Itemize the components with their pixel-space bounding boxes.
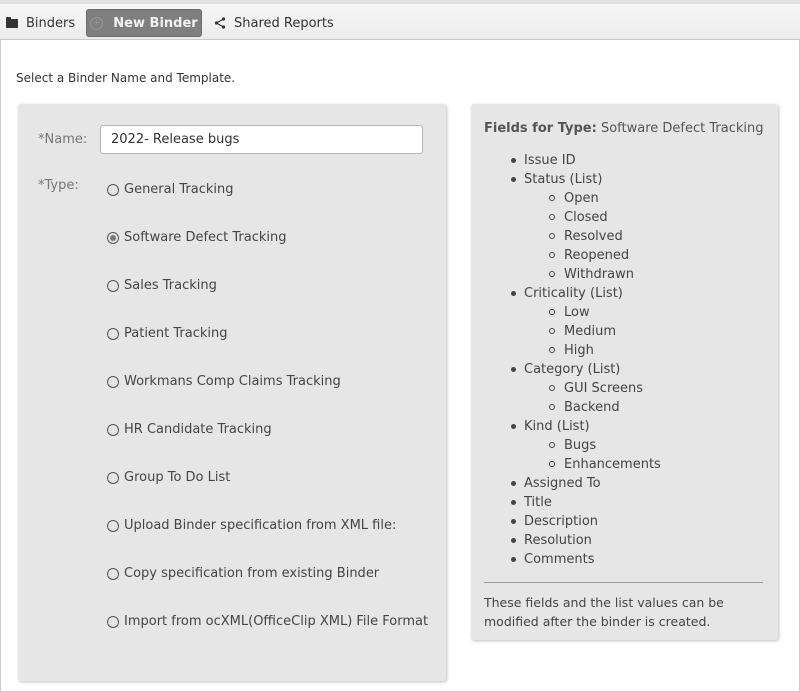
field-item: Category (List) xyxy=(484,360,661,379)
field-list-value: Backend xyxy=(484,398,661,417)
type-option-general-tracking[interactable]: General Tracking xyxy=(107,182,233,197)
type-option-label: Sales Tracking xyxy=(124,278,217,293)
field-list-value: Low xyxy=(484,303,661,322)
radio-button-selected[interactable] xyxy=(107,231,119,244)
fields-list: Issue ID Status (List) Open Closed Resol… xyxy=(484,151,661,569)
radio-button[interactable] xyxy=(107,327,119,340)
field-list-value: Reopened xyxy=(484,246,661,265)
instruction-text: Select a Binder Name and Template. xyxy=(16,71,236,85)
nav-binders-label: Binders xyxy=(26,15,76,31)
radio-button[interactable] xyxy=(107,615,119,628)
type-option-label: Group To Do List xyxy=(124,470,231,485)
field-item: Resolution xyxy=(484,531,661,550)
field-item: Assigned To xyxy=(484,474,661,493)
type-option-sales-tracking[interactable]: Sales Tracking xyxy=(107,278,217,293)
type-option-software-defect-tracking[interactable]: Software Defect Tracking xyxy=(107,230,287,245)
type-option-label: Upload Binder specification from XML fil… xyxy=(124,518,397,533)
divider xyxy=(484,582,763,583)
type-option-copy-existing[interactable]: Copy specification from existing Binder xyxy=(107,566,379,581)
field-list-value: Open xyxy=(484,189,661,208)
field-item: Description xyxy=(484,512,661,531)
radio-button[interactable] xyxy=(107,471,119,484)
field-list-value: Bugs xyxy=(484,436,661,455)
type-option-label: Workmans Comp Claims Tracking xyxy=(124,374,341,389)
nav-shared-reports[interactable]: Shared Reports xyxy=(214,9,334,37)
field-list-value: Closed xyxy=(484,208,661,227)
binder-form-panel: *Name: *Type: General Tracking Software … xyxy=(18,104,446,681)
nav-binders[interactable]: Binders xyxy=(6,9,75,37)
radio-button[interactable] xyxy=(107,279,119,292)
radio-button[interactable] xyxy=(107,375,119,388)
field-list-value: Resolved xyxy=(484,227,661,246)
type-option-hr-candidate[interactable]: HR Candidate Tracking xyxy=(107,422,272,437)
type-option-import-ocxml[interactable]: Import from ocXML(OfficeClip XML) File F… xyxy=(107,614,428,629)
share-icon xyxy=(214,17,226,29)
radio-button[interactable] xyxy=(107,183,119,196)
type-option-patient-tracking[interactable]: Patient Tracking xyxy=(107,326,228,341)
fields-preview-panel: Fields for Type: Software Defect Trackin… xyxy=(471,104,778,640)
field-item: Issue ID xyxy=(484,151,661,170)
fields-panel-title: Fields for Type: Software Defect Trackin… xyxy=(484,121,764,136)
field-list-value: Withdrawn xyxy=(484,265,661,284)
nav-new-binder-label: New Binder xyxy=(113,15,198,31)
binder-name-input[interactable] xyxy=(100,125,423,154)
field-list-value: High xyxy=(484,341,661,360)
field-list-value: Enhancements xyxy=(484,455,661,474)
type-option-label: General Tracking xyxy=(124,182,234,197)
fields-footnote: These fields and the list values can be … xyxy=(484,595,724,629)
plus-circle-icon: + xyxy=(90,16,104,30)
nav-new-binder[interactable]: + New Binder xyxy=(86,9,202,37)
type-option-label: Import from ocXML(OfficeClip XML) File F… xyxy=(124,614,429,629)
radio-button[interactable] xyxy=(107,519,119,532)
type-label: *Type: xyxy=(38,178,79,193)
field-item: Title xyxy=(484,493,661,512)
field-list-value: GUI Screens xyxy=(484,379,661,398)
type-option-label: Copy specification from existing Binder xyxy=(124,566,380,581)
type-option-workmans-comp[interactable]: Workmans Comp Claims Tracking xyxy=(107,374,341,389)
radio-button[interactable] xyxy=(107,423,119,436)
field-item: Comments xyxy=(484,550,661,569)
type-option-label: Software Defect Tracking xyxy=(124,230,287,245)
folder-icon xyxy=(6,16,18,28)
type-option-group-todo[interactable]: Group To Do List xyxy=(107,470,230,485)
top-nav-bar: Binders + New Binder Shared Reports xyxy=(0,0,800,40)
field-item: Criticality (List) xyxy=(484,284,661,303)
field-item: Status (List) xyxy=(484,170,661,189)
nav-shared-reports-label: Shared Reports xyxy=(234,15,334,31)
radio-button[interactable] xyxy=(107,567,119,580)
fields-title-type: Software Defect Tracking xyxy=(600,121,764,136)
type-option-upload-xml[interactable]: Upload Binder specification from XML fil… xyxy=(107,518,396,533)
field-list-value: Medium xyxy=(484,322,661,341)
type-option-label: Patient Tracking xyxy=(124,326,228,341)
name-label: *Name: xyxy=(38,132,88,147)
type-option-label: HR Candidate Tracking xyxy=(124,422,272,437)
fields-title-prefix: Fields for Type: xyxy=(484,121,597,136)
field-item: Kind (List) xyxy=(484,417,661,436)
